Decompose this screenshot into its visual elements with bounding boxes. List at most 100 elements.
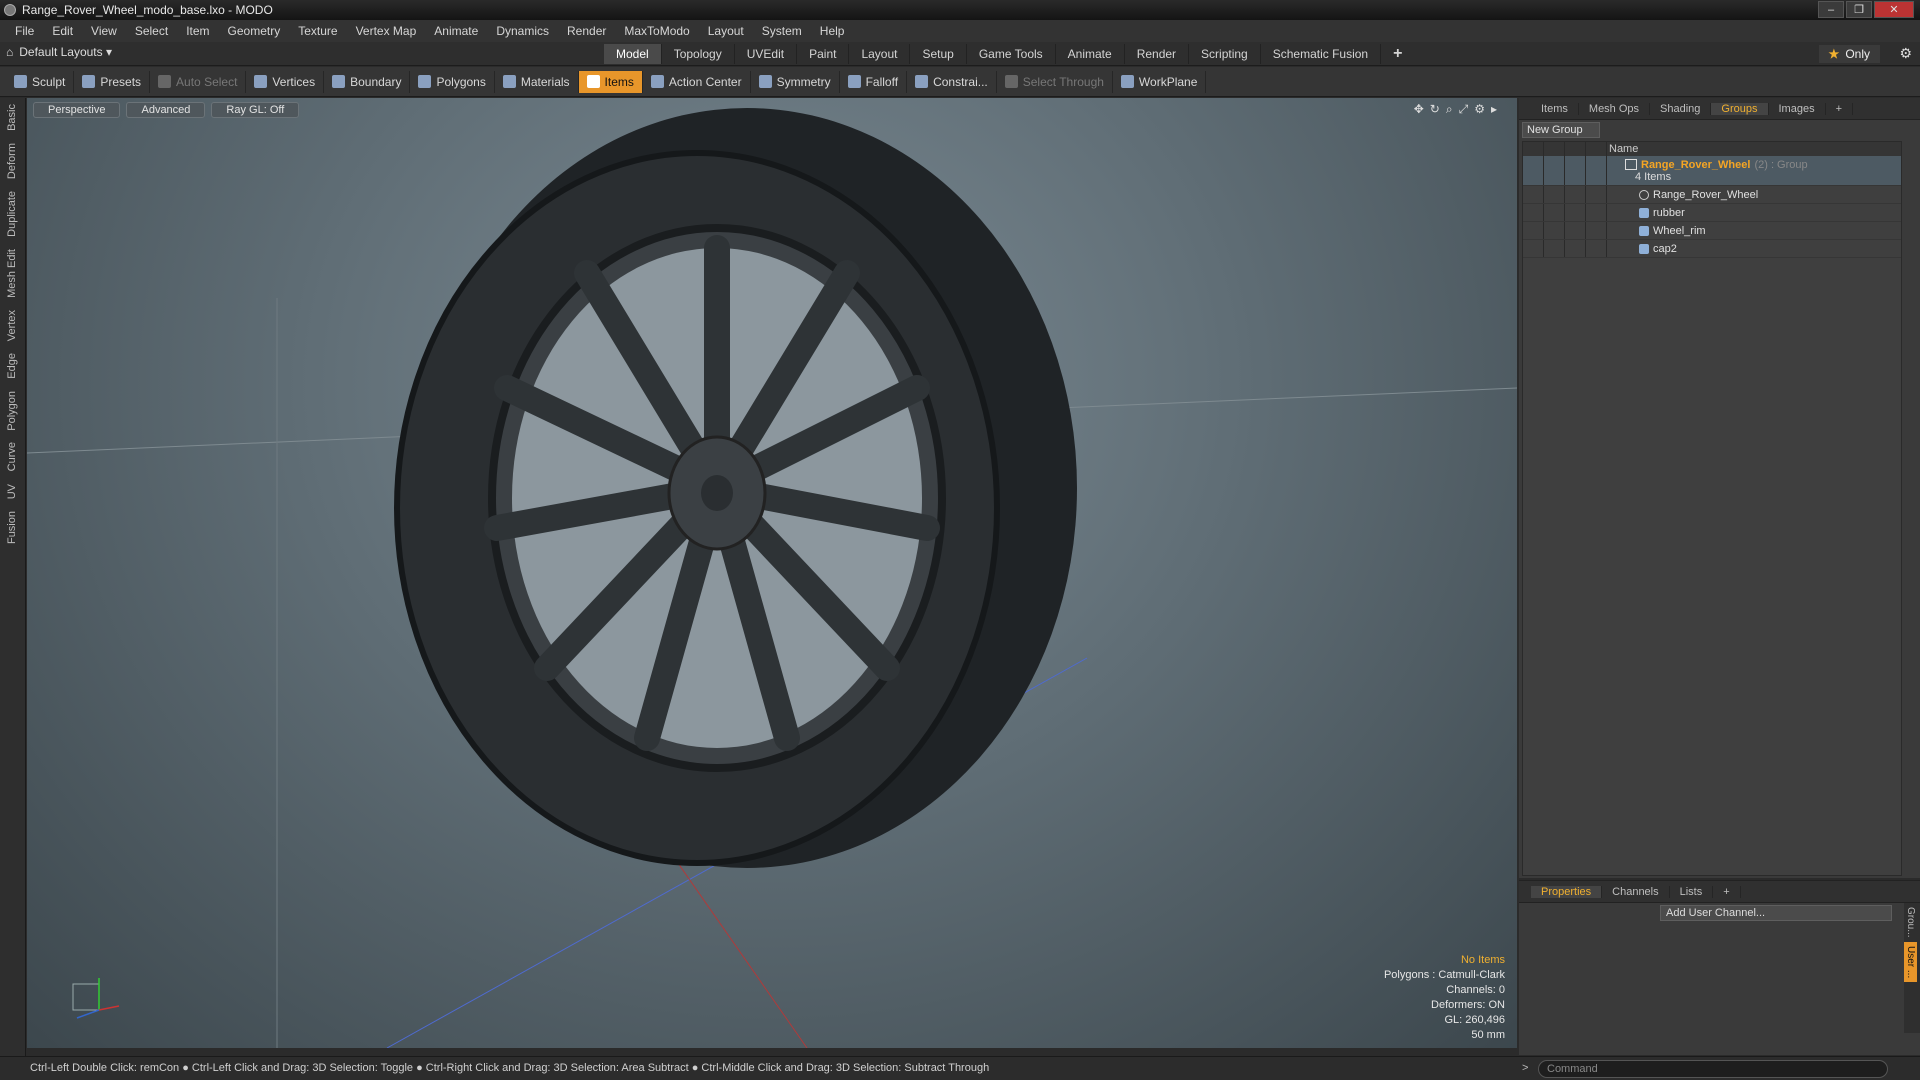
tab-setup[interactable]: Setup bbox=[910, 44, 967, 64]
left-tab-uv[interactable]: UV bbox=[6, 478, 18, 505]
tab-model[interactable]: Model bbox=[604, 44, 662, 64]
constrai-button[interactable]: Constrai... bbox=[907, 70, 997, 93]
boundary-button[interactable]: Boundary bbox=[324, 70, 411, 93]
prop-tab--[interactable]: + bbox=[1713, 885, 1741, 898]
tree-item[interactable]: rubber bbox=[1523, 204, 1901, 222]
panel-tab-shading[interactable]: Shading bbox=[1650, 102, 1712, 115]
panel-tab--[interactable]: + bbox=[1826, 102, 1854, 115]
materials-label: Materials bbox=[520, 74, 570, 89]
render-column-icon[interactable] bbox=[1544, 142, 1565, 156]
tab-animate[interactable]: Animate bbox=[1056, 44, 1125, 64]
panel-tab-items[interactable]: Items bbox=[1531, 102, 1579, 115]
name-column-header: Name bbox=[1609, 143, 1639, 155]
viewport-btn-ray-gl-off[interactable]: Ray GL: Off bbox=[211, 102, 300, 118]
left-tab-vertex[interactable]: Vertex bbox=[6, 304, 18, 347]
add-user-channel-button[interactable]: Add User Channel... bbox=[1660, 905, 1892, 921]
3d-viewport[interactable]: Perspective Advanced Ray GL: Off ✥ ↻ ⌕ ⤢ ⚙… bbox=[27, 98, 1517, 1048]
menu-item-vertex-map[interactable]: Vertex Map bbox=[347, 20, 426, 42]
new-group-button[interactable]: New Group bbox=[1522, 122, 1600, 138]
viewport-menu-icon[interactable]: ▸ bbox=[1491, 102, 1497, 117]
menu-item-select[interactable]: Select bbox=[126, 20, 177, 42]
menu-item-layout[interactable]: Layout bbox=[699, 20, 753, 42]
tab-schematic-fusion[interactable]: Schematic Fusion bbox=[1261, 44, 1382, 64]
viewport-settings-icon[interactable]: ⚙ bbox=[1474, 102, 1485, 117]
falloff-button[interactable]: Falloff bbox=[840, 70, 908, 93]
tab-game-tools[interactable]: Game Tools bbox=[967, 44, 1056, 64]
left-tab-fusion[interactable]: Fusion bbox=[6, 505, 18, 550]
viewport-btn-perspective[interactable]: Perspective bbox=[33, 102, 121, 118]
action-center-button[interactable]: Action Center bbox=[643, 70, 751, 93]
prop-tab-channels[interactable]: Channels bbox=[1602, 885, 1670, 898]
symmetry-button[interactable]: Symmetry bbox=[751, 70, 840, 93]
tab-scripting[interactable]: Scripting bbox=[1189, 44, 1261, 64]
menu-item-maxtomodo[interactable]: MaxToModo bbox=[615, 20, 698, 42]
layout-selector[interactable]: ⌂ Default Layouts ▾ bbox=[6, 45, 112, 59]
menu-item-system[interactable]: System bbox=[753, 20, 811, 42]
boundary-label: Boundary bbox=[350, 74, 402, 89]
menu-item-render[interactable]: Render bbox=[558, 20, 615, 42]
items-button[interactable]: Items bbox=[578, 70, 643, 93]
left-tab-curve[interactable]: Curve bbox=[6, 436, 18, 477]
lock-column-icon[interactable] bbox=[1565, 142, 1586, 156]
left-tab-basic[interactable]: Basic bbox=[6, 98, 18, 137]
tab-paint[interactable]: Paint bbox=[797, 44, 850, 64]
close-button[interactable]: ✕ bbox=[1874, 1, 1914, 18]
menu-item-edit[interactable]: Edit bbox=[43, 20, 82, 42]
menu-item-help[interactable]: Help bbox=[811, 20, 854, 42]
prop-tab-lists[interactable]: Lists bbox=[1670, 885, 1714, 898]
tree-item[interactable]: cap2 bbox=[1523, 240, 1901, 258]
pan-icon[interactable]: ✥ bbox=[1414, 102, 1424, 117]
symmetry-icon bbox=[758, 75, 772, 88]
fit-icon[interactable]: ⤢ bbox=[1459, 102, 1469, 117]
tree-item[interactable]: Range_Rover_Wheel bbox=[1523, 186, 1901, 204]
side-tab-group[interactable]: Grou... bbox=[1904, 903, 1917, 942]
sculpt-button[interactable]: Sculpt bbox=[6, 70, 75, 93]
action-center-icon bbox=[650, 75, 664, 88]
left-tab-mesh-edit[interactable]: Mesh Edit bbox=[6, 243, 18, 304]
side-tab-user[interactable]: User ... bbox=[1904, 941, 1917, 982]
command-input[interactable]: Command bbox=[1538, 1060, 1888, 1078]
presets-button[interactable]: Presets bbox=[74, 70, 151, 93]
workplane-button[interactable]: WorkPlane bbox=[1113, 70, 1207, 93]
polygons-button[interactable]: Polygons bbox=[410, 70, 495, 93]
add-tab-button[interactable]: + bbox=[1381, 44, 1414, 64]
select-through-button[interactable]: Select Through bbox=[997, 70, 1113, 93]
panel-tab-mesh-ops[interactable]: Mesh Ops bbox=[1579, 102, 1651, 115]
zoom-icon[interactable]: ⌕ bbox=[1446, 102, 1453, 117]
vertices-button[interactable]: Vertices bbox=[246, 70, 325, 93]
tree-item-label: Range_Rover_Wheel bbox=[1653, 188, 1759, 201]
tab-layout[interactable]: Layout bbox=[849, 44, 911, 64]
menu-item-file[interactable]: File bbox=[6, 20, 43, 42]
menu-item-animate[interactable]: Animate bbox=[425, 20, 487, 42]
group-row[interactable]: Range_Rover_Wheel (2) : Group 4 Items bbox=[1523, 156, 1901, 186]
select-column-icon[interactable] bbox=[1586, 142, 1607, 156]
materials-button[interactable]: Materials bbox=[495, 70, 579, 93]
left-tab-edge[interactable]: Edge bbox=[6, 347, 18, 385]
tab-render[interactable]: Render bbox=[1125, 44, 1190, 64]
viewport-btn-advanced[interactable]: Advanced bbox=[126, 102, 206, 118]
tab-topology[interactable]: Topology bbox=[662, 44, 735, 64]
menu-item-view[interactable]: View bbox=[82, 20, 126, 42]
visibility-column-icon[interactable] bbox=[1523, 142, 1544, 156]
panel-tab-images[interactable]: Images bbox=[1769, 102, 1826, 115]
tab-uvedit[interactable]: UVEdit bbox=[735, 44, 798, 64]
rotate-icon[interactable]: ↻ bbox=[1430, 102, 1440, 117]
maximize-button[interactable]: ❐ bbox=[1846, 1, 1872, 18]
minimize-button[interactable]: – bbox=[1818, 1, 1844, 18]
prop-tab-properties[interactable]: Properties bbox=[1531, 885, 1603, 898]
gear-icon[interactable]: ⚙ bbox=[1899, 45, 1912, 62]
sculpt-icon bbox=[14, 75, 27, 88]
command-arrow-icon: > bbox=[1522, 1062, 1529, 1074]
panel-tab-groups[interactable]: Groups bbox=[1711, 102, 1769, 115]
auto-select-button[interactable]: Auto Select bbox=[150, 70, 247, 93]
menu-item-geometry[interactable]: Geometry bbox=[219, 20, 290, 42]
left-tab-duplicate[interactable]: Duplicate bbox=[6, 185, 18, 243]
left-tab-deform[interactable]: Deform bbox=[6, 137, 18, 185]
menu-item-item[interactable]: Item bbox=[177, 20, 218, 42]
menu-item-dynamics[interactable]: Dynamics bbox=[487, 20, 558, 42]
star-icon: ★ bbox=[1828, 47, 1840, 61]
left-tab-polygon[interactable]: Polygon bbox=[6, 385, 18, 437]
only-button[interactable]: ★ Only bbox=[1818, 45, 1880, 63]
tree-item[interactable]: Wheel_rim bbox=[1523, 222, 1901, 240]
menu-item-texture[interactable]: Texture bbox=[289, 20, 346, 42]
